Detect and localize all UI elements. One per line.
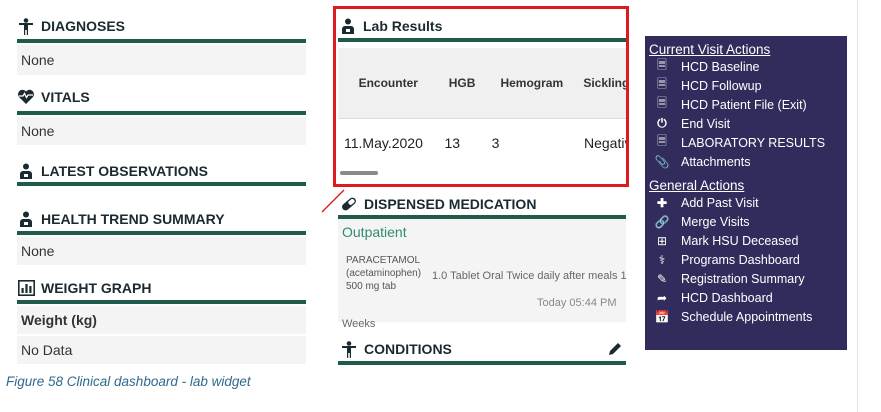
person-icon — [340, 340, 358, 358]
action-registration-summary[interactable]: ✎ Registration Summary — [645, 269, 847, 288]
action-merge-visits[interactable]: 🔗 Merge Visits — [645, 212, 847, 231]
divider — [17, 231, 306, 235]
action-label: Programs Dashboard — [681, 252, 800, 267]
diagnoses-header: DIAGNOSES — [17, 17, 125, 35]
highlight-box — [333, 6, 629, 187]
dispensed-medication-title: DISPENSED MEDICATION — [364, 196, 537, 212]
divider — [17, 111, 306, 115]
divider — [17, 182, 306, 186]
vitals-header: VITALS — [17, 88, 90, 106]
users-icon — [17, 162, 35, 180]
latest-observations-header: LATEST OBSERVATIONS — [17, 162, 208, 180]
medication-time: Today 05:44 PM — [537, 297, 617, 309]
share-icon: ➦ — [656, 290, 668, 305]
calendar-icon: 📅 — [654, 309, 670, 324]
edit-pencil-icon[interactable] — [608, 341, 623, 361]
action-label: End Visit — [681, 116, 731, 131]
action-label: LABORATORY RESULTS — [681, 135, 826, 150]
divider — [17, 39, 306, 43]
weight-graph-header: WEIGHT GRAPH — [17, 279, 151, 297]
plus-square-icon: ⊞ — [656, 233, 668, 248]
action-label: Add Past Visit — [681, 195, 759, 210]
action-label: Mark HSU Deceased — [681, 233, 799, 248]
action-label: Attachments — [681, 154, 751, 169]
health-trend-title: HEALTH TREND SUMMARY — [41, 211, 225, 227]
weight-value: No Data — [17, 336, 306, 364]
medication-type: Outpatient — [342, 224, 407, 240]
action-hcd-patient-file[interactable]: 🗏 HCD Patient File (Exit) — [645, 95, 847, 114]
action-laboratory-results[interactable]: 🗏 LABORATORY RESULTS — [645, 133, 847, 152]
action-label: HCD Baseline — [681, 59, 760, 74]
conditions-header: CONDITIONS — [340, 340, 452, 358]
action-hcd-followup[interactable]: 🗏 HCD Followup — [645, 76, 847, 95]
action-mark-hsu-deceased[interactable]: ⊞ Mark HSU Deceased — [645, 231, 847, 250]
conditions-title: CONDITIONS — [364, 341, 452, 357]
current-visit-actions-title: Current Visit Actions — [649, 42, 771, 57]
action-programs-dashboard[interactable]: ⚕ Programs Dashboard — [645, 250, 847, 269]
page-border — [857, 0, 858, 412]
pencil-icon: ✎ — [656, 271, 668, 286]
action-label: HCD Dashboard — [681, 290, 773, 305]
action-label: HCD Followup — [681, 78, 762, 93]
action-attachments[interactable]: 📎 Attachments — [645, 152, 847, 171]
document-icon: 🗏 — [657, 58, 667, 72]
vitals-value: None — [17, 117, 306, 145]
action-label: Registration Summary — [681, 271, 805, 286]
document-icon: 🗏 — [657, 96, 667, 110]
document-icon: 🗏 — [657, 134, 667, 148]
pill-icon — [340, 195, 358, 213]
diagnoses-title: DIAGNOSES — [41, 18, 126, 34]
actions-panel: Current Visit Actions 🗏 HCD Baseline 🗏 HCD… — [645, 36, 847, 350]
action-add-past-visit[interactable]: ✚ Add Past Visit — [645, 193, 847, 212]
action-label: Merge Visits — [681, 214, 750, 229]
weight-graph-title: WEIGHT GRAPH — [41, 280, 152, 296]
stethoscope-icon: ⚕ — [658, 252, 666, 267]
users-icon — [17, 210, 35, 228]
diagnoses-value: None — [17, 45, 306, 75]
divider — [338, 361, 626, 365]
paperclip-icon: 📎 — [654, 154, 670, 169]
action-schedule-appointments[interactable]: 📅 Schedule Appointments — [645, 307, 847, 326]
figure-caption: Figure 58 Clinical dashboard - lab widge… — [6, 374, 251, 389]
action-hcd-dashboard[interactable]: ➦ HCD Dashboard — [645, 288, 847, 307]
action-end-visit[interactable]: ⏻ End Visit — [645, 114, 847, 133]
plus-icon: ✚ — [656, 195, 668, 210]
bar-chart-icon — [17, 279, 35, 297]
health-trend-value: None — [17, 237, 306, 265]
general-actions-title: General Actions — [649, 178, 745, 193]
heartbeat-icon — [17, 88, 35, 106]
weight-label: Weight (kg) — [17, 306, 306, 334]
vitals-title: VITALS — [41, 89, 90, 105]
action-label: HCD Patient File (Exit) — [681, 97, 807, 112]
link-icon: 🔗 — [654, 214, 670, 229]
divider — [17, 300, 306, 304]
power-icon: ⏻ — [657, 116, 667, 130]
dispensed-medication-header: DISPENSED MEDICATION — [340, 195, 536, 213]
action-hcd-baseline[interactable]: 🗏 HCD Baseline — [645, 57, 847, 76]
health-trend-header: HEALTH TREND SUMMARY — [17, 210, 225, 228]
latest-observations-title: LATEST OBSERVATIONS — [41, 163, 208, 179]
action-label: Schedule Appointments — [681, 309, 813, 324]
document-icon: 🗏 — [657, 77, 667, 91]
person-icon — [17, 17, 35, 35]
